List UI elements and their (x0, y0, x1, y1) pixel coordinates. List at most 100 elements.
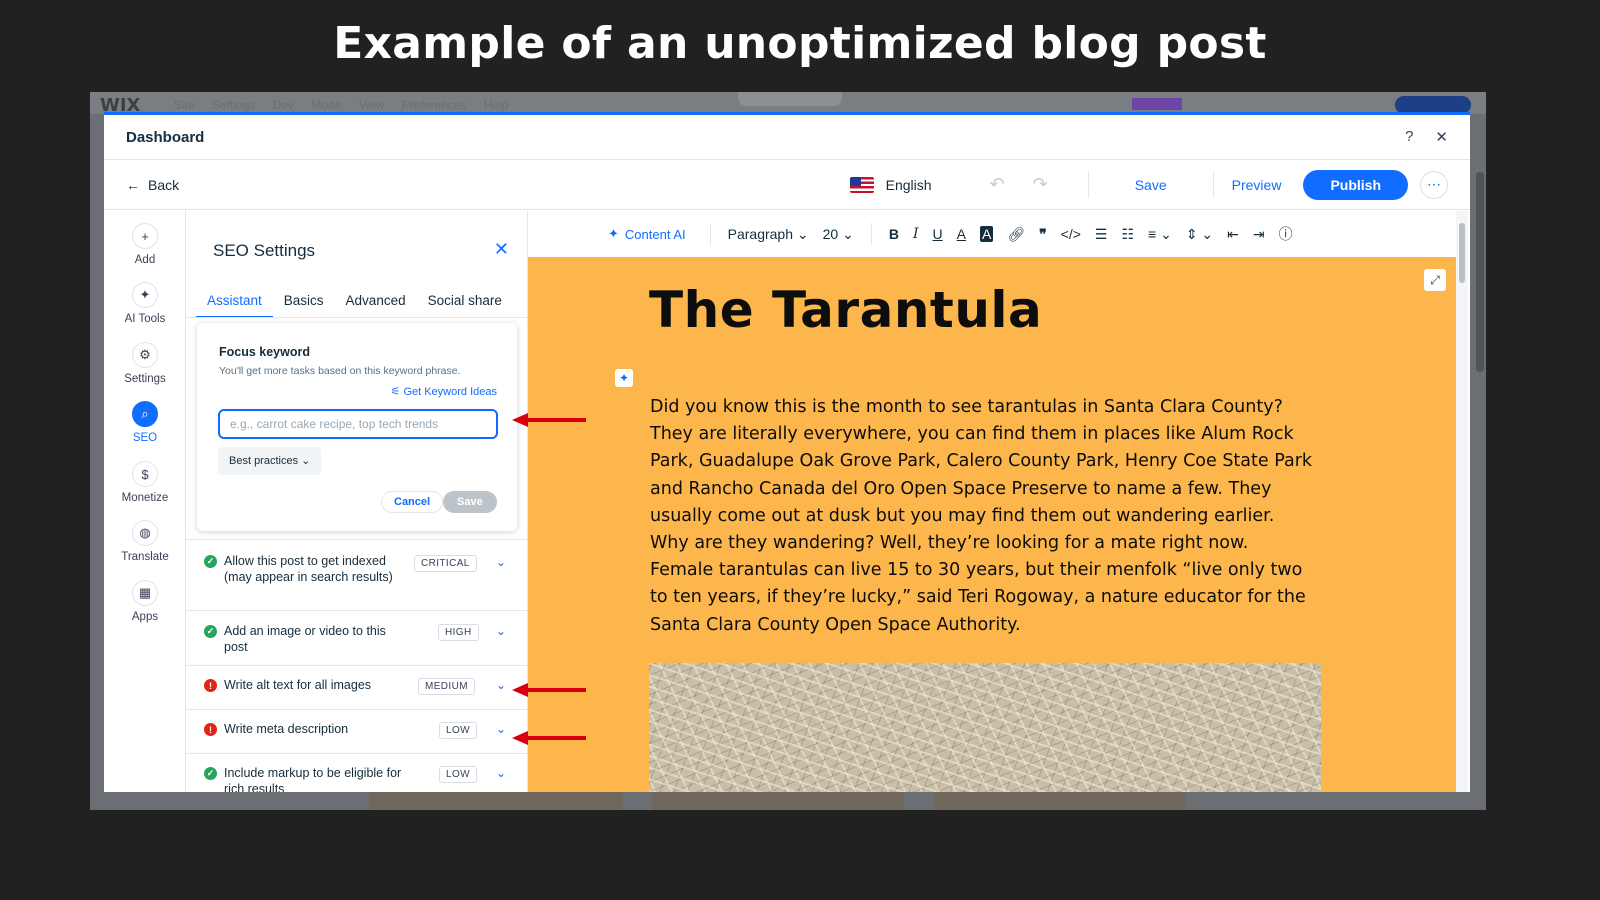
task-text: Allow this post to get indexed (may appe… (224, 554, 393, 584)
cancel-button[interactable]: Cancel (381, 491, 444, 513)
task-text: Write meta description (224, 722, 349, 736)
get-keyword-ideas-link[interactable]: ⚟ Get Keyword Ideas (391, 385, 497, 398)
divider (1087, 171, 1089, 198)
back-button[interactable]: ← Back (126, 177, 179, 193)
arrow-left-icon: ← (126, 176, 140, 193)
rail-item-ai-tools[interactable]: ✦ AI Tools (104, 282, 186, 325)
divider (1212, 171, 1214, 198)
rail-label: Monetize (121, 492, 169, 504)
close-icon[interactable]: ✕ (494, 239, 509, 260)
rail-item-translate[interactable]: ◍ Translate (104, 520, 186, 563)
post-title[interactable]: The Tarantula (649, 281, 1042, 339)
seo-tabs: Assistant Basics Advanced Social share (196, 293, 513, 318)
more-actions-button[interactable]: ⋯ (1420, 170, 1448, 199)
rail-item-seo[interactable]: ⌕ SEO (104, 401, 186, 444)
post-body[interactable]: Did you know this is the month to see ta… (650, 394, 1316, 639)
tab-social-share[interactable]: Social share (417, 293, 513, 318)
dollar-icon: $ (132, 461, 158, 487)
gear-icon: ⚙ (132, 342, 158, 368)
seo-panel-title: SEO Settings (213, 241, 316, 260)
priority-badge: CRITICAL (414, 555, 477, 572)
magic-wand-icon: ⚟ (390, 386, 404, 398)
chevron-down-icon[interactable]: ⌄ (496, 555, 506, 569)
focus-keyword-input[interactable] (218, 409, 498, 439)
task-row[interactable]: ✓ Add an image or video to this post HIG… (186, 610, 528, 665)
divider (870, 223, 872, 245)
error-icon: ! (204, 679, 217, 692)
tab-basics[interactable]: Basics (273, 293, 335, 318)
question-icon[interactable]: ? (1405, 128, 1413, 146)
task-row[interactable]: ✓ Allow this post to get indexed (may ap… (186, 539, 528, 610)
sparkle-icon[interactable]: ✦ (615, 369, 633, 387)
post-canvas: ⤢ ✦ The Tarantula Did you know this is t… (528, 257, 1456, 792)
expand-icon[interactable]: ⤢ (1424, 269, 1446, 291)
rail-item-apps[interactable]: ▦ Apps (104, 580, 186, 623)
rail-label: Apps (131, 611, 159, 623)
text-color-icon[interactable]: A (957, 226, 966, 242)
chevron-down-icon[interactable]: ⌄ (496, 678, 506, 692)
highlight-icon[interactable]: A (979, 226, 994, 242)
redo-icon[interactable]: ↷ (1033, 174, 1048, 195)
alignment-dropdown[interactable]: ≡ ⌄ (1148, 226, 1172, 243)
save-keyword-button[interactable]: Save (443, 491, 497, 513)
rail-label: Settings (124, 373, 166, 385)
font-size-dropdown[interactable]: 20 ⌄ (823, 226, 854, 243)
code-icon[interactable]: </> (1061, 226, 1081, 242)
underline-icon[interactable]: U (933, 226, 943, 242)
background-scrollbar (1476, 172, 1484, 372)
chevron-down-icon[interactable]: ⌄ (496, 624, 506, 638)
straw-texture (649, 663, 1321, 792)
quote-icon[interactable]: ❞ (1039, 226, 1047, 243)
back-label: Back (148, 176, 180, 193)
numbered-list-icon[interactable]: ☷ (1121, 226, 1134, 243)
us-flag-icon (849, 176, 874, 193)
bold-icon[interactable]: B (889, 226, 899, 242)
focus-keyword-title: Focus keyword (219, 345, 310, 359)
priority-badge: LOW (439, 766, 477, 783)
rail-item-add[interactable]: + Add (104, 223, 186, 266)
apps-icon: ▦ (132, 580, 158, 606)
italic-icon[interactable]: I (913, 226, 919, 242)
chevron-down-icon[interactable]: ⌄ (496, 722, 506, 736)
info-icon[interactable]: ⓘ (1279, 224, 1293, 244)
best-practices-dropdown[interactable]: Best practices ⌄ (218, 447, 322, 475)
editor-scrollbar[interactable] (1456, 211, 1468, 792)
post-image[interactable] (649, 663, 1321, 792)
background-card (652, 792, 904, 810)
background-card (370, 792, 622, 810)
sparkle-icon: ✦ (608, 226, 619, 241)
undo-icon[interactable]: ↶ (990, 174, 1005, 195)
check-icon: ✓ (204, 767, 217, 780)
language-selector[interactable]: English (886, 177, 932, 193)
task-row[interactable]: ! Write meta description LOW ⌄ (186, 709, 528, 753)
save-button[interactable]: Save (1135, 177, 1167, 193)
link-icon[interactable]: 🔗︎ (1007, 226, 1025, 243)
sparkle-icon: ✦ (132, 282, 158, 308)
decrease-indent-icon[interactable]: ⇤ (1227, 226, 1239, 243)
bulleted-list-icon[interactable]: ☰ (1095, 226, 1108, 243)
tab-assistant[interactable]: Assistant (196, 293, 273, 318)
rail-item-settings[interactable]: ⚙ Settings (104, 342, 186, 385)
preview-button[interactable]: Preview (1232, 177, 1282, 193)
chevron-down-icon[interactable]: ⌄ (496, 766, 506, 780)
task-text: Add an image or video to this post (224, 624, 386, 654)
paragraph-style-label: Paragraph (727, 225, 794, 242)
dashboard-modal: Dashboard ? ✕ ← Back English ↶ ↷ Save Pr… (104, 112, 1470, 792)
task-row[interactable]: ✓ Include markup to be eligible for rich… (186, 753, 528, 792)
increase-indent-icon[interactable]: ⇥ (1253, 226, 1265, 243)
scrollbar-thumb[interactable] (1459, 223, 1465, 283)
line-spacing-dropdown[interactable]: ⇕ ⌄ (1186, 226, 1213, 243)
task-row[interactable]: ! Write alt text for all images MEDIUM ⌄ (186, 665, 528, 709)
annotation-arrow (512, 731, 586, 745)
seo-task-list: ✓ Allow this post to get indexed (may ap… (186, 539, 528, 792)
tab-advanced[interactable]: Advanced (335, 293, 417, 318)
annotation-arrow (512, 413, 586, 427)
close-icon[interactable]: ✕ (1435, 128, 1448, 146)
modal-title: Dashboard (126, 128, 205, 146)
rail-item-monetize[interactable]: $ Monetize (104, 461, 186, 504)
chevron-down-icon: ⌄ (842, 225, 854, 242)
font-size-value: 20 (822, 225, 839, 242)
publish-button[interactable]: Publish (1303, 169, 1408, 200)
content-ai-button[interactable]: ✦ Content AI (608, 226, 686, 242)
paragraph-style-dropdown[interactable]: Paragraph ⌄ (728, 226, 809, 243)
